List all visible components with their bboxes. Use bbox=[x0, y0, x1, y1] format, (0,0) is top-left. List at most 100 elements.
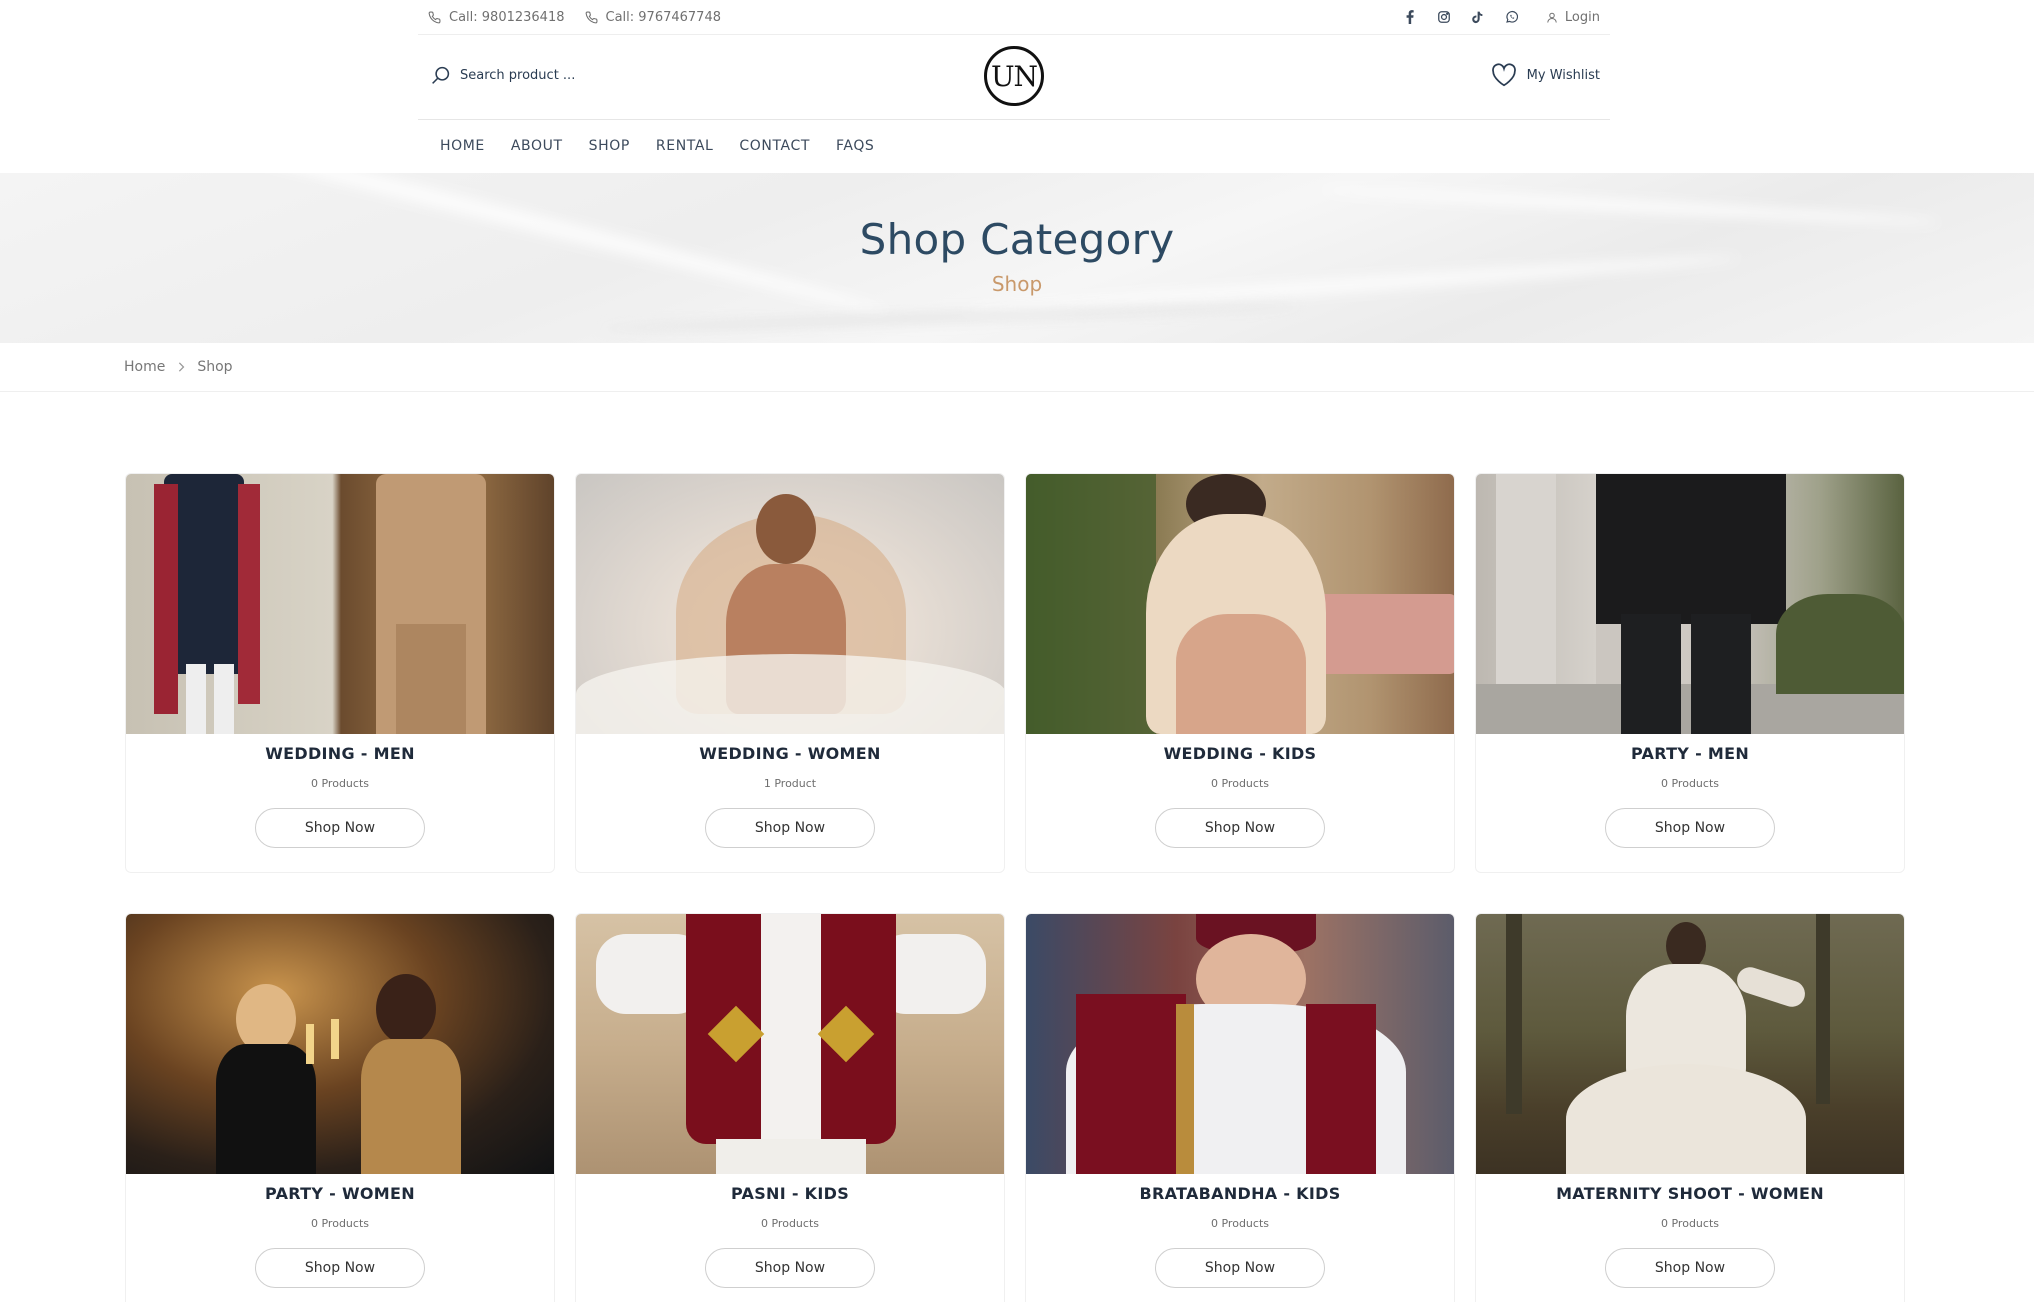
shop-now-button[interactable]: Shop Now bbox=[255, 808, 425, 848]
category-count: 0 Products bbox=[311, 777, 369, 790]
search-box bbox=[430, 65, 630, 86]
breadcrumb-home[interactable]: Home bbox=[124, 359, 165, 375]
page-title: Shop Category bbox=[859, 215, 1175, 264]
category-count: 0 Products bbox=[311, 1217, 369, 1230]
category-title[interactable]: PARTY - MEN bbox=[1476, 744, 1904, 763]
shop-now-button[interactable]: Shop Now bbox=[255, 1248, 425, 1288]
photo-figure bbox=[1621, 614, 1681, 734]
login-label: Login bbox=[1564, 9, 1600, 25]
photo-figure bbox=[576, 654, 1004, 734]
photo-figure bbox=[214, 664, 234, 734]
instagram-icon[interactable] bbox=[1436, 9, 1452, 25]
photo-figure bbox=[1026, 474, 1156, 734]
tiktok-icon[interactable] bbox=[1470, 9, 1486, 25]
category-title[interactable]: MATERNITY SHOOT - WOMEN bbox=[1476, 1184, 1904, 1203]
category-grid: WEDDING - MEN 0 Products Shop Now WEDDIN… bbox=[125, 473, 1905, 1302]
category-count: 0 Products bbox=[1661, 1217, 1719, 1230]
photo-figure bbox=[1506, 914, 1522, 1114]
category-card[interactable]: PASNI - KIDS 0 Products Shop Now bbox=[575, 913, 1005, 1302]
contact-info: Call: 9801236418 Call: 9767467748 bbox=[428, 0, 721, 34]
category-title[interactable]: PARTY - WOMEN bbox=[126, 1184, 554, 1203]
photo-figure bbox=[154, 484, 178, 714]
phone-link-2[interactable]: Call: 9767467748 bbox=[585, 9, 722, 25]
user-icon bbox=[1547, 12, 1557, 23]
category-card[interactable]: PARTY - MEN 0 Products Shop Now bbox=[1475, 473, 1905, 873]
page-subtitle: Shop bbox=[991, 272, 1043, 296]
category-title[interactable]: PASNI - KIDS bbox=[576, 1184, 1004, 1203]
photo-figure bbox=[761, 914, 821, 1144]
shop-now-button[interactable]: Shop Now bbox=[1605, 808, 1775, 848]
shop-now-button[interactable]: Shop Now bbox=[1605, 1248, 1775, 1288]
photo-figure bbox=[216, 1044, 316, 1174]
photo-figure bbox=[1816, 914, 1830, 1104]
category-count: 0 Products bbox=[1661, 777, 1719, 790]
photo-figure bbox=[1733, 963, 1809, 1011]
category-image[interactable] bbox=[1476, 914, 1904, 1174]
search-input[interactable] bbox=[460, 68, 630, 83]
nav-shop[interactable]: SHOP bbox=[589, 138, 630, 154]
category-image[interactable] bbox=[126, 474, 554, 734]
wishlist-label: My Wishlist bbox=[1526, 67, 1600, 83]
category-card[interactable]: PARTY - WOMEN 0 Products Shop Now bbox=[125, 913, 555, 1302]
phone-icon bbox=[585, 11, 597, 23]
whatsapp-icon[interactable] bbox=[1504, 9, 1520, 25]
photo-figure bbox=[756, 494, 816, 564]
nav-home[interactable]: HOME bbox=[440, 138, 485, 154]
search-icon[interactable] bbox=[430, 65, 451, 86]
category-count: 1 Product bbox=[763, 777, 817, 790]
category-image[interactable] bbox=[126, 914, 554, 1174]
photo-figure bbox=[396, 624, 466, 734]
category-card[interactable]: WEDDING - KIDS 0 Products Shop Now bbox=[1025, 473, 1455, 873]
photo-figure bbox=[1776, 594, 1904, 694]
category-card[interactable]: MATERNITY SHOOT - WOMEN 0 Products Shop … bbox=[1475, 913, 1905, 1302]
phone-link-1[interactable]: Call: 9801236418 bbox=[428, 10, 565, 25]
category-card[interactable]: WEDDING - WOMEN 1 Product Shop Now bbox=[575, 473, 1005, 873]
category-image[interactable] bbox=[576, 914, 1004, 1174]
phone-icon bbox=[428, 11, 441, 23]
hero-shadow-streak bbox=[600, 300, 1300, 334]
social-links: Login bbox=[1384, 0, 1600, 34]
category-count: 0 Products bbox=[1211, 777, 1269, 790]
category-card[interactable]: BRATABANDHA - KIDS 0 Products Shop Now bbox=[1025, 913, 1455, 1302]
category-image[interactable] bbox=[576, 474, 1004, 734]
chevron-right-icon bbox=[179, 362, 185, 372]
photo-figure bbox=[331, 1019, 339, 1059]
category-image[interactable] bbox=[1476, 474, 1904, 734]
nav-rental[interactable]: RENTAL bbox=[656, 138, 714, 154]
category-image[interactable] bbox=[1026, 474, 1454, 734]
breadcrumb: Home Shop bbox=[124, 344, 233, 390]
category-title[interactable]: WEDDING - KIDS bbox=[1026, 744, 1454, 763]
photo-figure bbox=[716, 1139, 866, 1174]
login-link[interactable]: Login bbox=[1546, 10, 1600, 25]
breadcrumb-current: Shop bbox=[197, 359, 233, 375]
category-card[interactable]: WEDDING - MEN 0 Products Shop Now bbox=[125, 473, 555, 873]
photo-figure bbox=[376, 974, 436, 1044]
top-bar: Call: 9801236418 Call: 9767467748 Login bbox=[418, 0, 1610, 35]
photo-figure bbox=[1176, 1004, 1194, 1174]
logo-text: UN bbox=[990, 59, 1038, 93]
shop-now-button[interactable]: Shop Now bbox=[1155, 1248, 1325, 1288]
category-title[interactable]: WEDDING - MEN bbox=[126, 744, 554, 763]
phone-1-text: Call: 9801236418 bbox=[449, 9, 565, 25]
photo-figure bbox=[306, 1024, 314, 1064]
facebook-icon[interactable] bbox=[1402, 9, 1418, 25]
site-logo[interactable]: UN bbox=[984, 46, 1044, 106]
heart-icon bbox=[1491, 63, 1516, 87]
nav-faqs[interactable]: FAQS bbox=[836, 138, 874, 154]
photo-figure bbox=[1596, 474, 1786, 624]
nav-contact[interactable]: CONTACT bbox=[739, 138, 810, 154]
photo-figure bbox=[1306, 1004, 1376, 1174]
category-title[interactable]: BRATABANDHA - KIDS bbox=[1026, 1184, 1454, 1203]
shop-now-button[interactable]: Shop Now bbox=[705, 808, 875, 848]
category-image[interactable] bbox=[1026, 914, 1454, 1174]
shop-now-button[interactable]: Shop Now bbox=[705, 1248, 875, 1288]
category-count: 0 Products bbox=[1211, 1217, 1269, 1230]
nav-about[interactable]: ABOUT bbox=[511, 138, 563, 154]
wishlist-link[interactable]: My Wishlist bbox=[1491, 63, 1600, 87]
photo-figure bbox=[1176, 614, 1306, 734]
phone-2-text: Call: 9767467748 bbox=[605, 9, 722, 25]
shop-now-button[interactable]: Shop Now bbox=[1155, 808, 1325, 848]
photo-figure bbox=[238, 484, 260, 704]
category-count: 0 Products bbox=[761, 1217, 819, 1230]
category-title[interactable]: WEDDING - WOMEN bbox=[576, 744, 1004, 763]
